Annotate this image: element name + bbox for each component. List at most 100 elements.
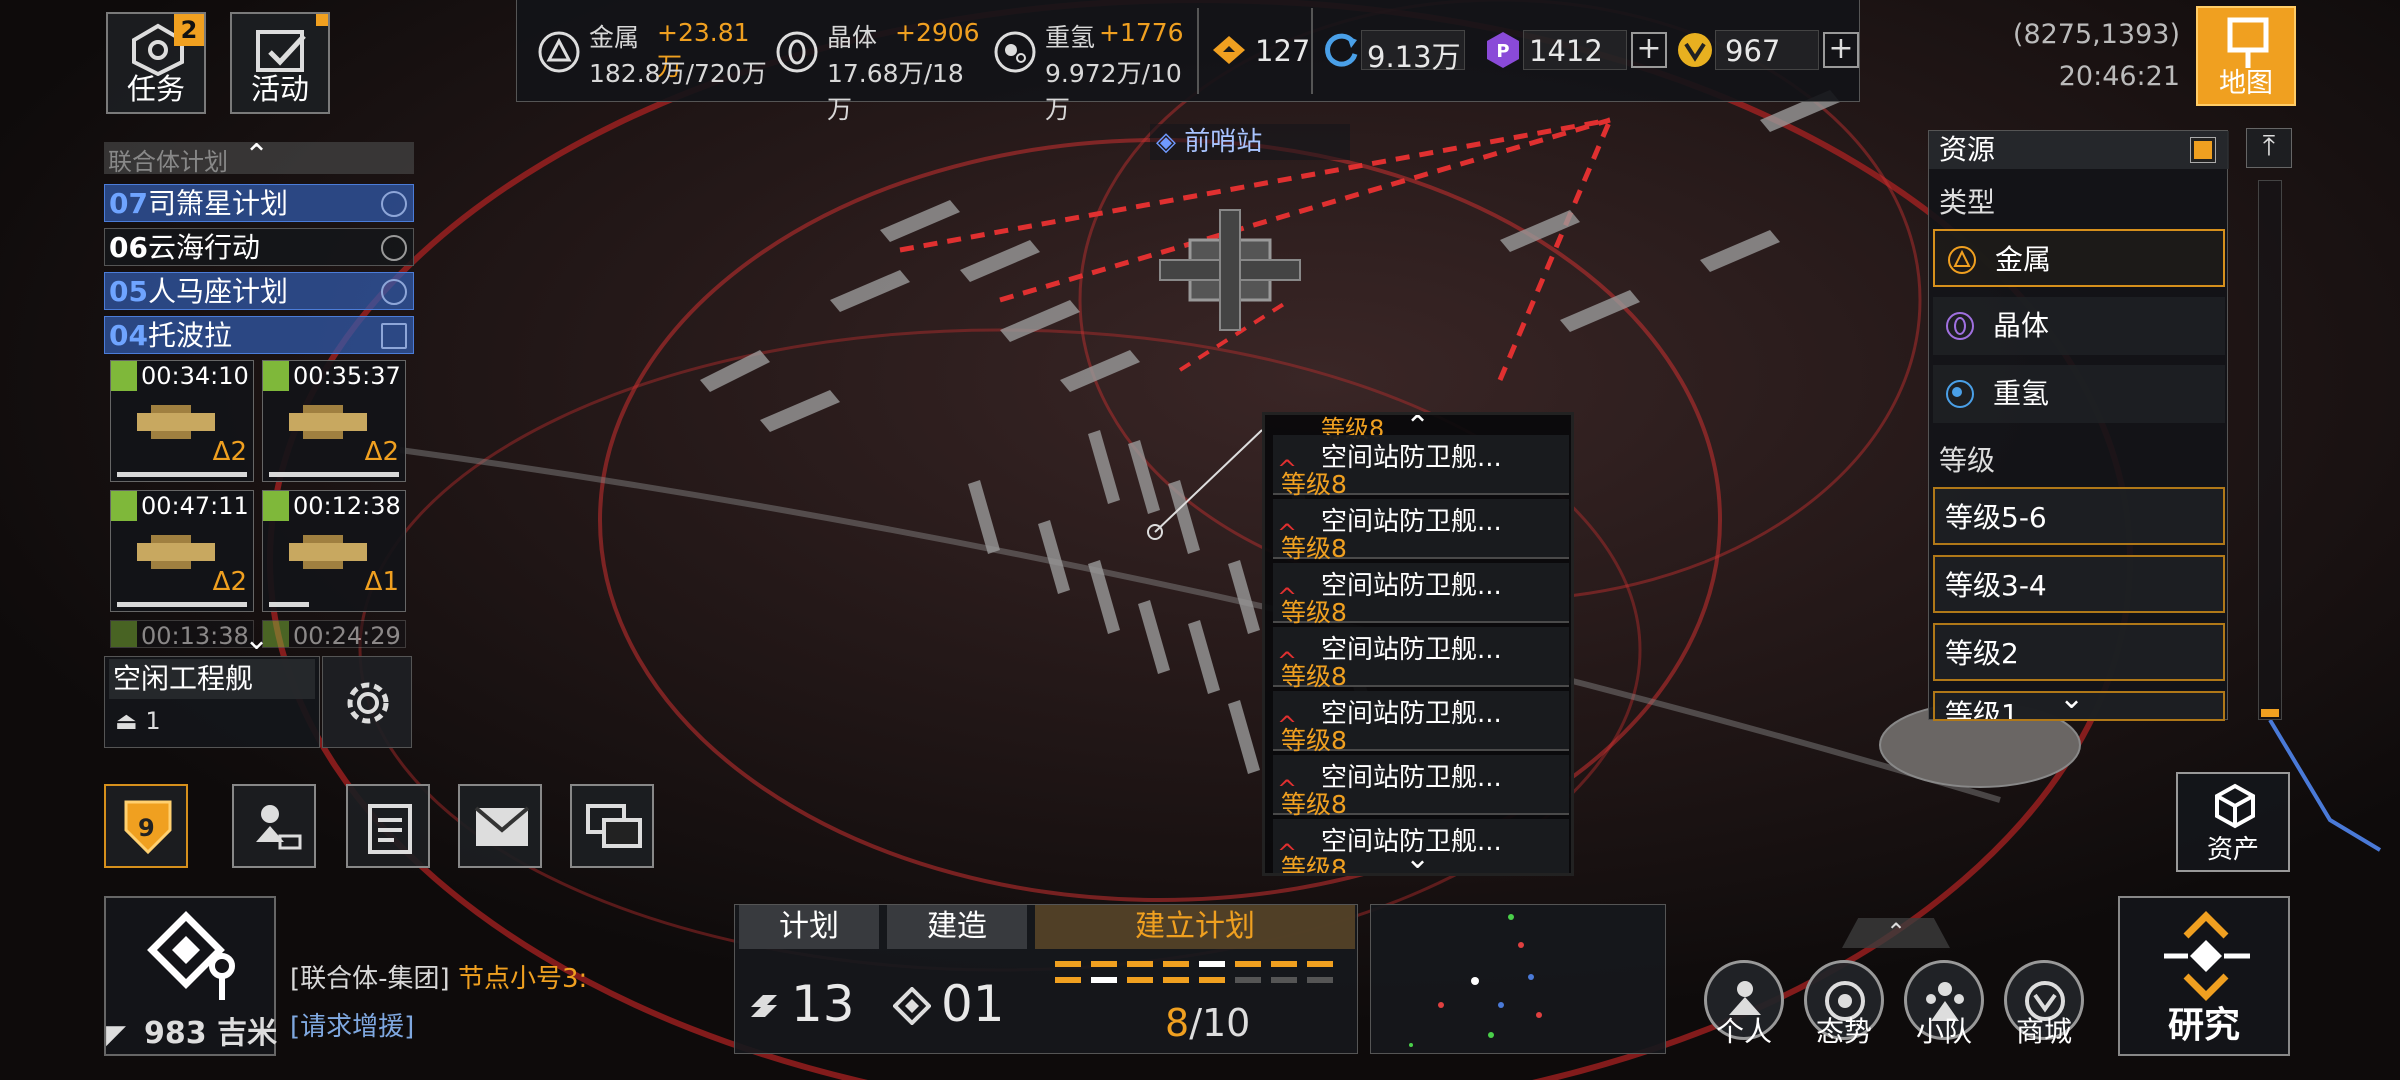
scrollbar-thumb[interactable]: [2261, 709, 2279, 717]
engineer-timer-card[interactable]: 00:13:38: [110, 620, 254, 648]
map-button[interactable]: 地图: [2196, 6, 2296, 106]
idle-engineer-panel[interactable]: 空闲工程舰 ⏏ 1: [104, 656, 320, 748]
add-gold-button[interactable]: +: [1823, 32, 1859, 68]
mission-item[interactable]: 06云海行动: [104, 228, 414, 266]
resource-filter-panel: 资源 类型 金属 晶体 重氢 等级 等级5-6 等级3-4 等级2 等级1 ⌄: [1928, 130, 2229, 721]
crystal-name: 晶体: [827, 23, 878, 52]
mission-item[interactable]: 04托波拉: [104, 316, 414, 354]
plan-panel: 计划 建造 建立计划 13 01 8/10: [734, 904, 1358, 1054]
clipboard-button[interactable]: [346, 784, 430, 868]
cycle-currency[interactable]: 9.13万: [1317, 26, 1467, 76]
timer-text: 00:35:37: [293, 362, 401, 390]
list-row[interactable]: ^ 空间站防卫舰... 等级8: [1273, 627, 1569, 691]
activity-button[interactable]: 活动: [230, 12, 330, 114]
metal-resource[interactable]: 金属 +23.81万 182.8万/720万: [527, 8, 767, 94]
mission-item[interactable]: 07司箫星计划: [104, 184, 414, 222]
filter-level-5-6[interactable]: 等级5-6: [1933, 487, 2225, 545]
svg-text:P: P: [1496, 41, 1509, 62]
outpost-label[interactable]: ◈ 前哨站: [1150, 124, 1350, 160]
mission-header-text: 联合体计划: [108, 148, 228, 174]
engineer-timer-card[interactable]: 00:12:38 Δ1: [262, 490, 406, 612]
filter-level-3-4[interactable]: 等级3-4: [1933, 555, 2225, 613]
engineer-timer-card[interactable]: 00:34:10 Δ2: [110, 360, 254, 482]
filter-header[interactable]: 资源: [1929, 131, 2229, 169]
row-level: 等级8: [1281, 790, 1347, 819]
target-list-popup: 等级8 ⌃ ^ 空间站防卫舰... 等级8 ^ 空间站防卫舰... 等级8 ^ …: [1262, 412, 1574, 876]
engineer-timer-card[interactable]: 00:35:37 Δ2: [262, 360, 406, 482]
list-row[interactable]: ^ 空间站防卫舰... 等级8: [1273, 691, 1569, 755]
list-row[interactable]: ^ 空间站防卫舰... 等级8: [1273, 563, 1569, 627]
level-badge-button[interactable]: 9: [104, 784, 188, 868]
level-section-label: 等级: [1939, 444, 1996, 477]
gold-currency[interactable]: 967 +: [1671, 26, 1861, 76]
purple-value: 1412: [1529, 34, 1603, 68]
filter-crystal[interactable]: 晶体: [1933, 297, 2225, 355]
plan-tab[interactable]: 计划: [739, 905, 879, 949]
tasks-badge: 2: [174, 14, 204, 46]
ship-icon: [289, 535, 367, 569]
mission-number: 05: [109, 275, 148, 308]
nav-situation-label: 态势: [1815, 1015, 1872, 1048]
mail-button[interactable]: [458, 784, 542, 868]
filter-toggle[interactable]: [2190, 137, 2216, 163]
zoom-scrollbar[interactable]: [2258, 180, 2282, 720]
build-tab[interactable]: 建造: [887, 905, 1027, 949]
engineer-gear-button[interactable]: [322, 656, 412, 748]
minimap[interactable]: [1370, 904, 1666, 1054]
chat-button[interactable]: [570, 784, 654, 868]
idle-engineer-count: ⏏ 1: [115, 707, 161, 735]
scroll-top-button[interactable]: ⤒: [2246, 128, 2292, 168]
gear-icon: [347, 682, 389, 724]
chat-bubbles-icon: [586, 804, 642, 848]
mission-list-header[interactable]: 联合体计划 ⌃: [104, 142, 414, 174]
row-level: 等级8: [1281, 598, 1347, 627]
fleet-hub-icon: [147, 911, 235, 1000]
row-level: 等级8: [1281, 726, 1347, 755]
nav-squad-label: 小队: [1915, 1015, 1972, 1048]
scroll-down-chevron-icon[interactable]: ⌄: [244, 622, 269, 657]
filter-metal[interactable]: 金属: [1933, 229, 2225, 287]
timer-text: 00:24:29: [293, 622, 401, 648]
list-row[interactable]: ^ 空间站防卫舰... 等级8: [1273, 499, 1569, 563]
purple-currency[interactable]: P 1412 +: [1479, 26, 1669, 76]
filter-deuterium[interactable]: 重氢: [1933, 365, 2225, 423]
asset-button[interactable]: 资产: [2176, 772, 2290, 872]
fleet-command-button[interactable]: [232, 784, 316, 868]
chat-message[interactable]: [请求增援]: [290, 1006, 414, 1043]
filter-crystal-label: 晶体: [1993, 309, 2050, 342]
mission-globe-icon: [381, 279, 407, 305]
filter-level-2[interactable]: 等级2: [1933, 623, 2225, 681]
research-button[interactable]: 研究: [2118, 896, 2290, 1056]
plan-slot: [1307, 961, 1333, 967]
row-name: 空间站防卫舰...: [1321, 443, 1502, 473]
list-scroll-down-icon[interactable]: ⌄: [1405, 841, 1430, 873]
progress-bar: [117, 602, 247, 607]
mission-item[interactable]: 05人马座计划: [104, 272, 414, 310]
chat-sender: 节点小号3:: [457, 964, 588, 994]
activity-label: 活动: [250, 72, 309, 106]
plan-slot: [1271, 977, 1297, 983]
deuterium-resource[interactable]: 重氢 +1776 9.972万/10万: [983, 8, 1203, 124]
engineer-timer-card[interactable]: 00:47:11 Δ2: [110, 490, 254, 612]
plan-slot: [1127, 977, 1153, 983]
command-currency[interactable]: 127: [1207, 26, 1327, 76]
metal-icon: [538, 31, 580, 73]
gold-value: 967: [1725, 34, 1781, 68]
engineer-timer-card[interactable]: 00:24:29: [262, 620, 406, 648]
divider: [1311, 8, 1313, 94]
add-purple-button[interactable]: +: [1631, 32, 1667, 68]
establish-plan-tab[interactable]: 建立计划: [1035, 905, 1355, 949]
collapse-icon: ⌃: [244, 142, 270, 173]
filter-scroll-down-icon[interactable]: ⌄: [2059, 681, 2084, 716]
crystal-resource[interactable]: 晶体 +2906 17.68万/18万: [765, 8, 985, 124]
chat-preview[interactable]: [联合体-集团] 节点小号3: [请求增援]: [282, 944, 722, 1056]
expand-nav-button[interactable]: ⌃: [1842, 918, 1950, 948]
list-row[interactable]: ^ 空间站防卫舰... 等级8: [1273, 755, 1569, 819]
filter-header-text: 资源: [1939, 133, 1996, 166]
plan-link-icon: [751, 995, 777, 1017]
list-row[interactable]: ^ 空间站防卫舰... 等级8: [1273, 435, 1569, 499]
command-value: 127: [1255, 34, 1311, 68]
plan-slot: [1091, 961, 1117, 967]
level-text: Δ2: [364, 437, 399, 467]
tasks-button[interactable]: 2 任务: [106, 12, 206, 114]
